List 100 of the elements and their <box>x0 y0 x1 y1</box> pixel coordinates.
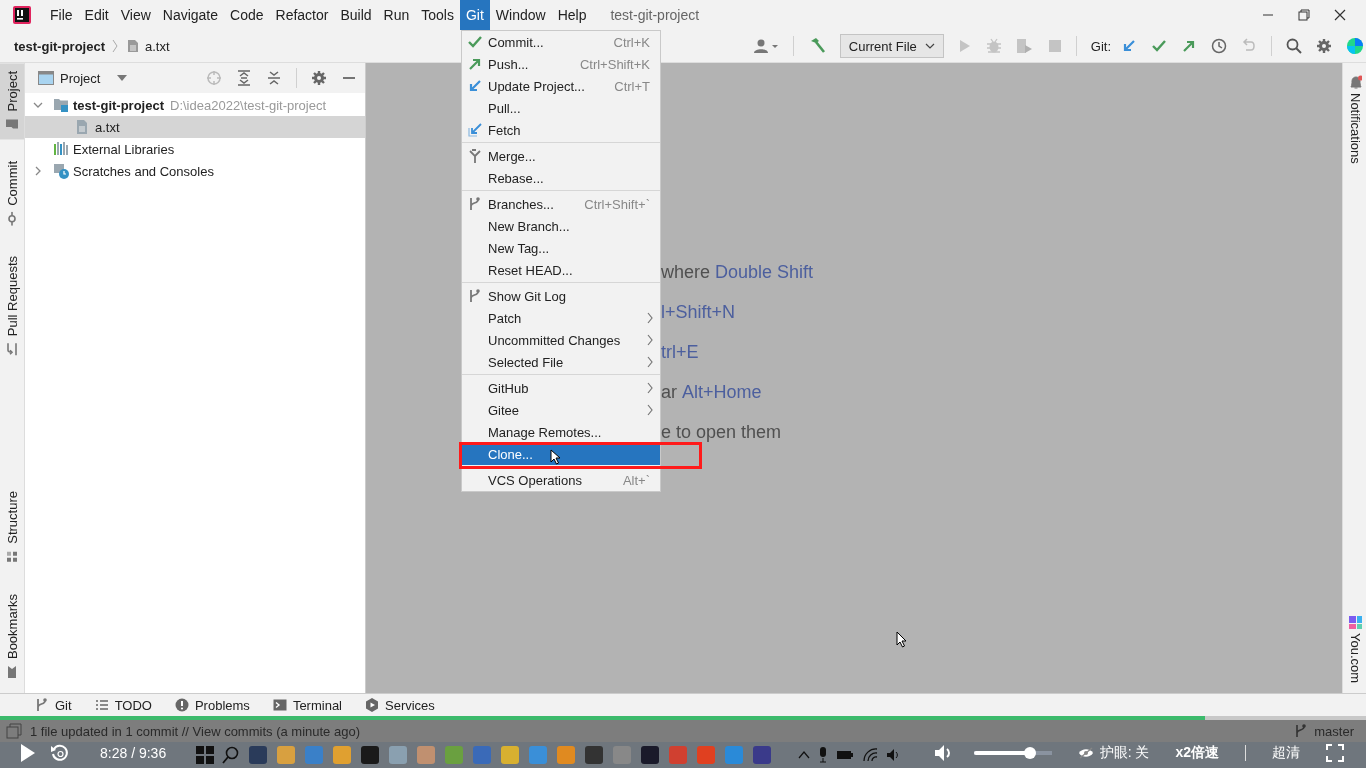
menu-item[interactable]: VCS Operations Alt+` <box>462 469 660 491</box>
run-configuration-dropdown[interactable]: Current File <box>839 34 944 58</box>
menu-item[interactable]: File <box>44 0 79 30</box>
menu-item[interactable]: Code <box>224 0 270 30</box>
restore-icon[interactable] <box>1298 9 1310 21</box>
tool-window-tab[interactable]: Notifications <box>1343 71 1366 168</box>
play-icon[interactable] <box>20 743 36 763</box>
menu-item[interactable]: Branches... Ctrl+Shift+` <box>462 193 660 215</box>
eye-care-toggle[interactable]: 护眼: 关 <box>1077 744 1150 762</box>
menu-item[interactable]: Manage Remotes... <box>462 421 660 443</box>
menu-item[interactable]: View <box>114 0 157 30</box>
menu-item[interactable]: New Tag... <box>462 237 660 259</box>
settings-icon[interactable] <box>311 70 327 86</box>
menu-item[interactable]: Rebase... <box>462 167 660 189</box>
expand-all-icon[interactable] <box>236 70 252 86</box>
windows-start-icon[interactable] <box>196 746 214 764</box>
tool-window-tab[interactable]: Project <box>0 63 24 140</box>
menu-item[interactable]: Clone... <box>462 443 660 465</box>
video-time: 8:28 / 9:36 <box>100 745 167 761</box>
menu-item[interactable]: GitHub <box>462 377 660 399</box>
menu-item[interactable]: Pull... <box>462 97 660 119</box>
app-icon[interactable] <box>500 745 520 765</box>
menu-item[interactable]: Reset HEAD... <box>462 259 660 281</box>
menu-item[interactable]: Merge... <box>462 145 660 167</box>
menu-item[interactable]: Build <box>334 0 378 30</box>
tool-window-tab[interactable]: Services <box>364 697 435 713</box>
status-message[interactable]: 1 file updated in 1 commit // View commits (a minute ago) <box>30 723 360 739</box>
update-icon[interactable] <box>1121 38 1137 54</box>
menu-item[interactable]: Uncommitted Changes <box>462 329 660 351</box>
menu-item[interactable]: Update Project... Ctrl+T <box>462 75 660 97</box>
app-icon[interactable] <box>248 745 268 765</box>
menu-item[interactable]: Navigate <box>156 0 225 30</box>
tree-row[interactable]: a.txt <box>25 116 365 138</box>
app-icon[interactable] <box>416 745 436 765</box>
tool-window-tab[interactable]: Git <box>34 697 72 713</box>
app-icon[interactable] <box>556 745 576 765</box>
search-icon[interactable] <box>222 746 240 764</box>
menu-item[interactable]: Edit <box>78 0 115 30</box>
menu-item[interactable]: Git <box>459 0 490 30</box>
history-icon[interactable] <box>1211 38 1227 54</box>
menu-item[interactable]: Refactor <box>269 0 335 30</box>
commit-icon[interactable] <box>1151 38 1167 54</box>
tool-window-tab[interactable]: Commit <box>0 153 24 235</box>
user-icon[interactable] <box>752 38 779 54</box>
cursor-icon <box>550 449 562 465</box>
app-icon[interactable] <box>640 745 660 765</box>
rollback-icon[interactable] <box>1241 38 1257 54</box>
collapse-all-icon[interactable] <box>266 70 282 86</box>
bell-icon <box>1348 75 1362 89</box>
search-icon[interactable] <box>1286 38 1302 54</box>
tool-window-tab[interactable]: Pull Requests <box>0 248 24 365</box>
close-icon[interactable] <box>1334 9 1346 21</box>
toolbox-logo-icon[interactable] <box>1346 37 1364 55</box>
menu-item[interactable]: Run <box>377 0 416 30</box>
branch-widget[interactable]: master <box>1314 723 1354 739</box>
menu-item[interactable]: Window <box>489 0 552 30</box>
menu-item[interactable]: Patch <box>462 307 660 329</box>
tool-window-tab[interactable]: Structure <box>0 483 24 572</box>
replay-icon[interactable] <box>50 743 70 763</box>
microphone-icon[interactable] <box>818 747 828 763</box>
menu-item[interactable]: Selected File <box>462 351 660 373</box>
menu-item[interactable]: Gitee <box>462 399 660 421</box>
push-icon[interactable] <box>1181 38 1197 54</box>
stop-icon[interactable] <box>1047 39 1062 53</box>
menu-item[interactable]: Show Git Log <box>462 285 660 307</box>
tool-window-tab[interactable]: You.com <box>1343 610 1366 687</box>
quality-button[interactable]: 超清 <box>1272 744 1300 762</box>
tool-window-tab[interactable]: TODO <box>93 697 152 713</box>
settings-icon[interactable] <box>1316 38 1332 54</box>
tree-row[interactable]: External Libraries <box>25 138 365 160</box>
chevron-up-icon[interactable] <box>798 750 810 760</box>
menu-item[interactable]: New Branch... <box>462 215 660 237</box>
project-view-dropdown[interactable]: Project <box>38 70 129 86</box>
fullscreen-icon[interactable] <box>1326 744 1344 762</box>
breadcrumb-item[interactable]: a.txt <box>145 38 170 54</box>
app-icon[interactable] <box>752 745 772 765</box>
app-icon[interactable] <box>276 745 296 765</box>
run-icon[interactable] <box>957 38 972 54</box>
coverage-icon[interactable] <box>1015 38 1034 54</box>
tree-row[interactable]: Scratches and Consoles <box>25 160 365 182</box>
bug-icon[interactable] <box>985 38 1002 54</box>
app-icon[interactable] <box>584 745 604 765</box>
menu-item[interactable]: Help <box>551 0 593 30</box>
playback-speed-button[interactable]: x2倍速 <box>1175 744 1219 762</box>
menu-item[interactable]: Fetch <box>462 119 660 141</box>
menu-item[interactable]: Commit... Ctrl+K <box>462 31 660 53</box>
app-icon[interactable] <box>360 745 380 765</box>
menu-item[interactable]: Tools <box>415 0 460 30</box>
tool-window-tab[interactable]: Bookmarks <box>0 585 24 687</box>
shortcut-text: Alt+Home <box>682 381 762 403</box>
tool-window-tab[interactable]: Problems <box>173 697 250 713</box>
locate-icon[interactable] <box>206 70 222 86</box>
app-icon[interactable] <box>388 745 408 765</box>
wifi-icon[interactable] <box>862 748 878 762</box>
battery-icon[interactable] <box>836 749 854 761</box>
tool-window-tab[interactable]: Terminal <box>271 697 342 713</box>
breadcrumb-item[interactable]: test-git-project <box>14 38 105 54</box>
menu-item[interactable]: Push... Ctrl+Shift+K <box>462 53 660 75</box>
app-icon[interactable] <box>332 745 352 765</box>
tree-row[interactable]: test-git-project D:\idea2022\test-git-project <box>25 94 365 116</box>
